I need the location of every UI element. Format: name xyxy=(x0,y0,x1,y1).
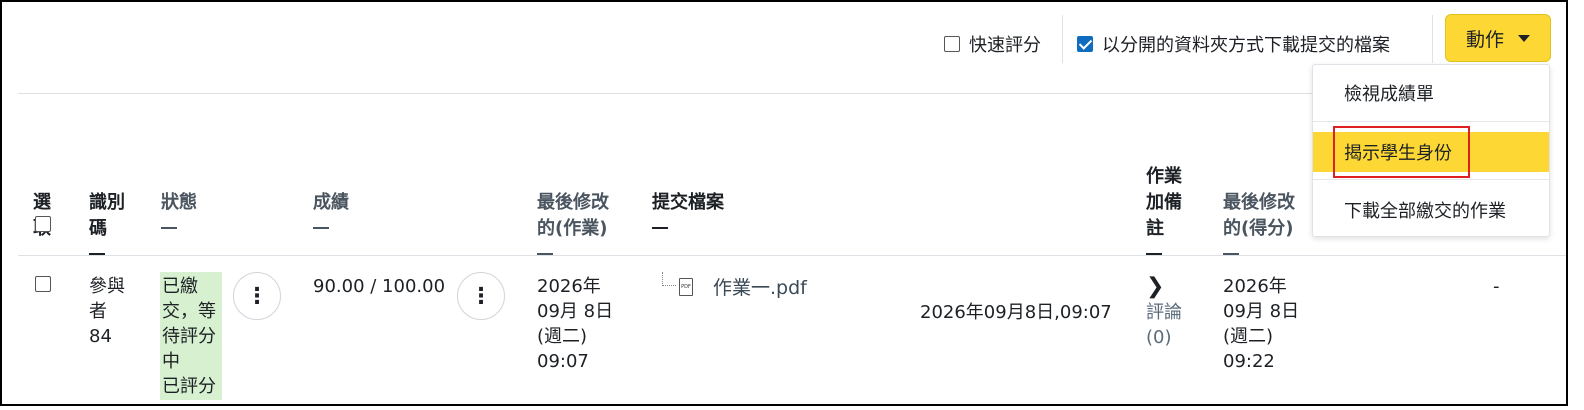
final-grade: - xyxy=(1493,276,1500,297)
header-grade[interactable]: 成績 xyxy=(313,190,349,229)
download-folders-checkbox-box[interactable] xyxy=(1077,36,1093,52)
caret-down-icon xyxy=(1518,34,1530,42)
toolbar-divider-line xyxy=(18,93,1313,94)
header-last-modified-submission-label: 最後修改 的(作業) xyxy=(537,192,609,239)
header-grade-label: 成績 xyxy=(313,192,349,213)
grading-page: 快速評分 以分開的資料夾方式下載提交的檔案 動作 選 取 識別 碼 狀態 成績 … xyxy=(0,0,1568,406)
toolbar-divider xyxy=(1432,15,1433,63)
menu-divider xyxy=(1313,179,1549,180)
header-files-label: 提交檔案 xyxy=(652,192,724,213)
menu-divider xyxy=(1313,121,1549,122)
grade-actions-kebab-icon[interactable]: ⋮ xyxy=(457,272,505,320)
select-all-checkbox[interactable] xyxy=(35,216,51,232)
menu-item-download-all[interactable]: 下載全部繳交的作業 xyxy=(1313,190,1549,230)
file-timestamp: 2026年09月8日,09:07 xyxy=(920,302,1112,323)
row-select-checkbox[interactable] xyxy=(35,276,51,292)
last-modified-submission: 2026年 09月 8日 (週二) 09:07 xyxy=(537,276,614,372)
header-last-modified-grade-label: 最後修改 的(得分) xyxy=(1223,192,1295,239)
header-comments[interactable]: 作業 加備 註 xyxy=(1146,138,1182,281)
header-id[interactable]: 識別 碼 xyxy=(89,164,125,281)
chevron-right-icon[interactable]: ❯ xyxy=(1146,274,1164,299)
action-menu-button[interactable]: 動作 xyxy=(1445,14,1551,62)
pdf-file-icon: PDF xyxy=(679,278,693,296)
participant-id: 參與 者 84 xyxy=(89,276,125,347)
collapse-column-icon[interactable] xyxy=(652,227,668,229)
submission-status: 已繳 交，等 待評分 中 已評分 xyxy=(162,276,216,397)
menu-item-label: 下載全部繳交的作業 xyxy=(1344,201,1506,222)
header-status[interactable]: 狀態 xyxy=(161,190,197,229)
quick-grading-label: 快速評分 xyxy=(969,35,1041,56)
row-actions-kebab-icon[interactable]: ⋮ xyxy=(233,272,281,320)
header-comments-label: 作業 加備 註 xyxy=(1146,166,1182,239)
header-id-label: 識別 碼 xyxy=(89,192,125,239)
grade-value[interactable]: 90.00 / 100.00 xyxy=(313,274,445,299)
collapse-column-icon[interactable] xyxy=(313,227,329,229)
header-status-label: 狀態 xyxy=(161,192,197,213)
header-last-modified-submission[interactable]: 最後修改 的(作業) xyxy=(537,164,609,281)
last-modified-grade: 2026年 09月 8日 (週二) 09:22 xyxy=(1223,276,1300,372)
toolbar-divider xyxy=(1062,15,1063,63)
collapse-column-icon[interactable] xyxy=(161,227,177,229)
menu-item-label: 檢視成績單 xyxy=(1344,84,1434,105)
menu-item-view-gradebook[interactable]: 檢視成績單 xyxy=(1313,73,1549,113)
table-header-divider xyxy=(18,255,1566,256)
file-tree-connector xyxy=(662,272,676,286)
annotation-highlight-box xyxy=(1333,126,1470,178)
submitted-file-link[interactable]: 作業一.pdf xyxy=(713,273,807,300)
header-files[interactable]: 提交檔案 xyxy=(652,190,724,229)
download-folders-label: 以分開的資料夾方式下載提交的檔案 xyxy=(1102,35,1390,56)
header-last-modified-grade[interactable]: 最後修改 的(得分) xyxy=(1223,164,1295,281)
action-menu-label: 動作 xyxy=(1465,28,1504,51)
download-folders-checkbox[interactable]: 以分開的資料夾方式下載提交的檔案 xyxy=(1077,31,1390,57)
comments-link[interactable]: 評論 (0) xyxy=(1146,300,1182,350)
quick-grading-checkbox-box[interactable] xyxy=(944,36,960,52)
quick-grading-checkbox[interactable]: 快速評分 xyxy=(944,31,1041,57)
